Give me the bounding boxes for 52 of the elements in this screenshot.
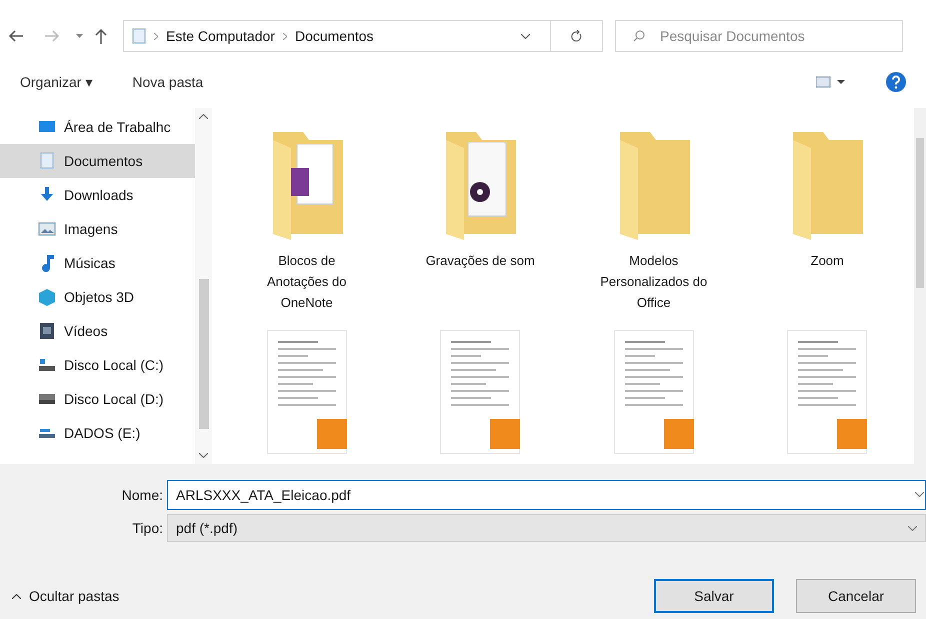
sidebar-item[interactable]: DADOS (E:) [0,416,195,450]
system-drive-icon [38,356,56,374]
scroll-up-icon[interactable] [199,114,208,119]
sidebar-item[interactable]: Área de Trabalhc [0,110,195,144]
breadcrumb-item[interactable]: Documentos [294,26,374,46]
dropdown-icon[interactable] [521,34,530,38]
caret-icon[interactable] [76,34,83,38]
pictures-icon [38,220,56,238]
scrollbar[interactable] [914,108,926,464]
file-name[interactable]: Zoom [771,250,884,271]
scrollbar[interactable] [195,108,212,464]
scrollbar-thumb[interactable] [916,138,924,288]
organize-menu[interactable]: Organizar ▾ [20,72,92,92]
scroll-down-icon[interactable] [199,453,208,458]
breadcrumb-item[interactable]: Este Computador [166,26,275,46]
file-type-dropdown[interactable]: pdf (*.pdf) [167,514,926,542]
file-name-field[interactable]: ARLSXXX_ATA_Eleicao.pdf [167,480,926,510]
sidebar-item[interactable]: Objetos 3D [0,280,195,314]
save-button[interactable]: Salvar [654,579,774,613]
videos-icon [38,322,56,340]
search-field[interactable]: Pesquisar Documentos [615,20,903,52]
file-name[interactable]: Modelos Personalizados do Office [598,250,710,313]
back-icon[interactable] [8,30,24,42]
view-options-icon[interactable] [816,76,846,88]
dropdown-icon[interactable] [915,492,924,497]
up-icon[interactable] [95,28,107,44]
new-folder-button[interactable]: Nova pasta [132,72,204,92]
chevron-icon [282,32,287,40]
sidebar-item[interactable]: Disco Local (C:) [0,348,195,382]
name-label: Nome: [120,486,164,504]
sidebar-item[interactable]: Vídeos [0,314,195,348]
sidebar-item[interactable]: Músicas [0,246,195,280]
sidebar-item[interactable]: Imagens [0,212,195,246]
objects3d-icon [38,288,56,306]
cancel-button[interactable]: Cancelar [796,579,916,613]
sidebar-item[interactable]: Documentos [0,144,195,178]
scrollbar-thumb[interactable] [198,279,208,429]
search-icon [633,30,645,42]
chevron-icon [154,32,158,40]
dropdown-icon[interactable] [908,526,917,530]
chevron-up-icon [12,594,21,598]
hide-folders-toggle[interactable]: Ocultar pastas [12,586,120,606]
sidebar-item[interactable]: Downloads [0,178,195,212]
document-icon [132,28,146,44]
file-name[interactable]: Gravações de som [424,250,536,271]
sidebar-item[interactable]: Disco Local (D:) [0,382,195,416]
file-name[interactable]: Blocos de Anotações do OneNote [250,250,363,313]
address-bar[interactable]: Este Computador Documentos [123,20,603,52]
documents-icon [38,152,56,170]
refresh-icon[interactable] [571,30,582,42]
type-label: Tipo: [131,518,164,538]
help-icon[interactable] [886,72,906,92]
